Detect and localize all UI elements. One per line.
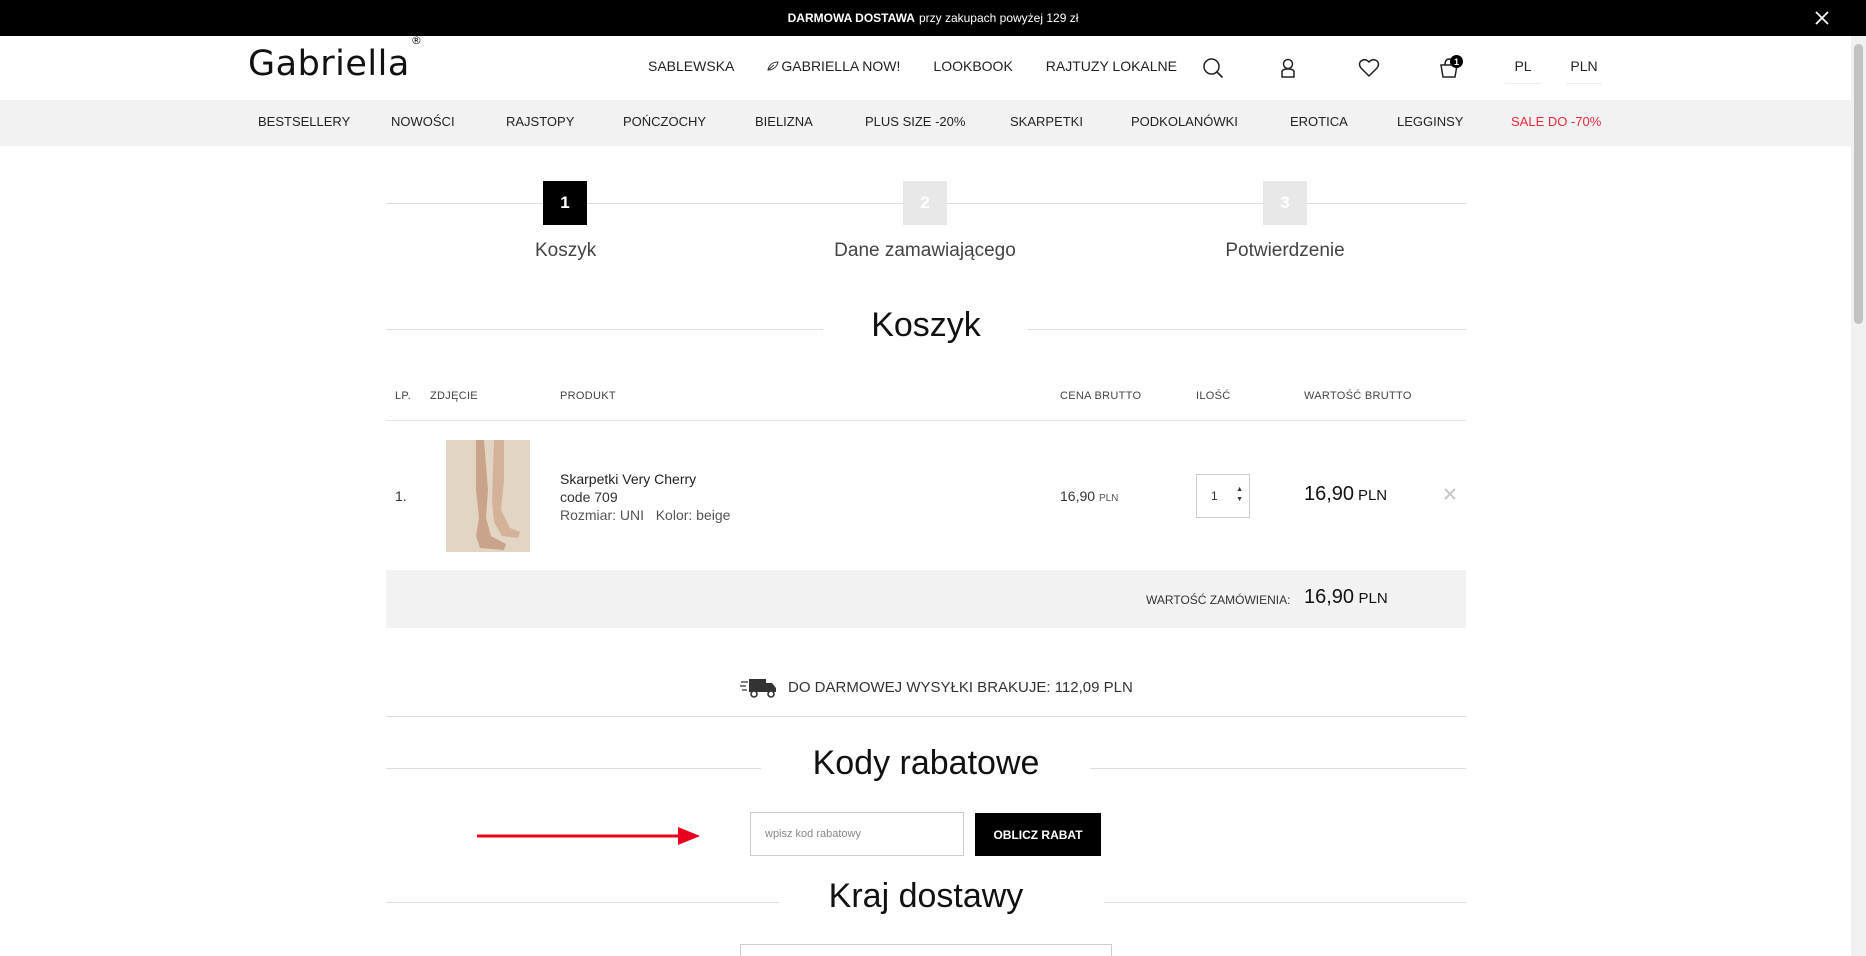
promo-bar-bold: DARMOWA DOSTAWA (787, 11, 915, 25)
scrollbar[interactable] (1851, 36, 1866, 956)
category-bar: BESTSELLERY NOWOŚCI RAJSTOPY POŃCZOCHY B… (0, 100, 1851, 146)
scrollbar-thumb[interactable] (1854, 44, 1863, 324)
country-title: Kraj dostawy (828, 877, 1024, 915)
step-3-label: Potwierdzenie (1225, 240, 1345, 261)
step-2-box: 2 (903, 181, 947, 225)
product-info: Skarpetki Very Cherry code 709 Rozmiar: … (560, 470, 730, 524)
size-value: UNI (619, 507, 645, 523)
divider (1104, 902, 1466, 903)
col-photo: ZDJĘCIE (430, 390, 478, 402)
col-price: CENA BRUTTO (1060, 390, 1142, 402)
quantity-down-icon[interactable]: ▼ (1236, 495, 1243, 505)
divider (386, 716, 1466, 717)
col-product: PRODUKT (560, 390, 616, 402)
category-legginsy[interactable]: LEGGINSY (1397, 114, 1463, 129)
divider (386, 768, 761, 769)
item-lp: 1. (395, 488, 407, 504)
nav-item-gabriella-now[interactable]: GABRIELLA NOW! (767, 58, 900, 74)
header: Gabriella® SABLEWSKA GABRIELLA NOW! LOOK… (0, 34, 1851, 100)
category-bestsellery[interactable]: BESTSELLERY (258, 114, 350, 129)
apply-discount-button[interactable]: OBLICZ RABAT (975, 813, 1101, 856)
col-value: WARTOŚĆ BRUTTO (1304, 390, 1412, 402)
promo-title: Kody rabatowe (812, 744, 1040, 782)
step-2-label: Dane zamawiającego (834, 240, 1016, 261)
divider (1090, 768, 1466, 769)
category-nowosci[interactable]: NOWOŚCI (391, 114, 455, 129)
divider (1028, 329, 1466, 330)
promo-code-input[interactable] (750, 812, 964, 856)
nav-item-sablewska[interactable]: SABLEWSKA (648, 58, 734, 74)
step-1-label: Koszyk (535, 240, 597, 261)
truck-icon (740, 679, 776, 698)
category-sale[interactable]: SALE DO -70% (1511, 114, 1601, 129)
category-skarpetki[interactable]: SKARPETKI (1010, 114, 1083, 129)
promo-bar: DARMOWA DOSTAWA przy zakupach powyżej 12… (0, 0, 1866, 36)
product-name[interactable]: Skarpetki Very Cherry (560, 470, 730, 488)
language-selector[interactable]: PL (1505, 48, 1541, 84)
order-summary: WARTOŚĆ ZAMÓWIENIA: 16,90 PLN (386, 570, 1466, 628)
nav-item-rajtuzy-lokalne[interactable]: RAJTUZY LOKALNE (1046, 58, 1177, 74)
quantity-value: 1 (1211, 489, 1218, 503)
cart-icon[interactable]: 1 (1435, 54, 1463, 82)
size-label: Rozmiar: (560, 507, 617, 523)
category-podkolanowki[interactable]: PODKOLANÓWKI (1131, 114, 1238, 129)
cart-title: Koszyk (871, 306, 981, 344)
cart-count-badge: 1 (1450, 55, 1463, 68)
search-icon[interactable] (1199, 54, 1227, 82)
leaf-icon (767, 61, 779, 71)
step-1-box: 1 (543, 181, 587, 225)
category-plus-size[interactable]: PLUS SIZE -20% (865, 114, 965, 129)
category-erotica[interactable]: EROTICA (1290, 114, 1348, 129)
divider (386, 329, 823, 330)
color-value: beige (696, 507, 731, 523)
category-ponczochy[interactable]: POŃCZOCHY (623, 114, 706, 129)
summary-label: WARTOŚĆ ZAMÓWIENIA: (1146, 593, 1291, 607)
product-code: code 709 (560, 489, 618, 505)
currency-selector[interactable]: PLN (1566, 48, 1602, 84)
red-arrow-annotation (477, 827, 700, 845)
main-nav: SABLEWSKA GABRIELLA NOW! LOOKBOOK RAJTUZ… (648, 58, 1177, 74)
heart-icon[interactable] (1355, 54, 1383, 82)
color-label: Kolor: (655, 507, 693, 523)
divider (386, 902, 779, 903)
nav-item-lookbook[interactable]: LOOKBOOK (933, 58, 1012, 74)
user-icon[interactable] (1274, 54, 1302, 82)
quantity-stepper[interactable]: 1 ▲ ▼ (1196, 474, 1250, 518)
category-rajstopy[interactable]: RAJSTOPY (506, 114, 574, 129)
free-shipping-text: DO DARMOWEJ WYSYŁKI BRAKUJE: 112,09 PLN (788, 678, 1133, 696)
category-bielizna[interactable]: BIELIZNA (755, 114, 813, 129)
free-shipping-info: DO DARMOWEJ WYSYŁKI BRAKUJE: 112,09 PLN (740, 676, 1133, 698)
quantity-up-icon[interactable]: ▲ (1236, 485, 1243, 495)
col-lp: LP. (395, 390, 411, 402)
table-header-divider (386, 420, 1466, 421)
line-total: 16,90 PLN (1304, 483, 1388, 505)
country-select[interactable] (740, 944, 1112, 956)
remove-item-icon[interactable] (1440, 484, 1460, 504)
logo[interactable]: Gabriella® (248, 34, 422, 84)
step-3-box: 3 (1263, 181, 1307, 225)
close-icon[interactable] (1810, 6, 1834, 30)
col-qty: ILOŚĆ (1196, 390, 1231, 402)
summary-value: 16,90 PLN (1304, 586, 1388, 608)
promo-bar-text: przy zakupach powyżej 129 zł (918, 11, 1079, 25)
product-image[interactable] (446, 440, 530, 552)
unit-price: 16,90 PLN (1060, 488, 1119, 504)
